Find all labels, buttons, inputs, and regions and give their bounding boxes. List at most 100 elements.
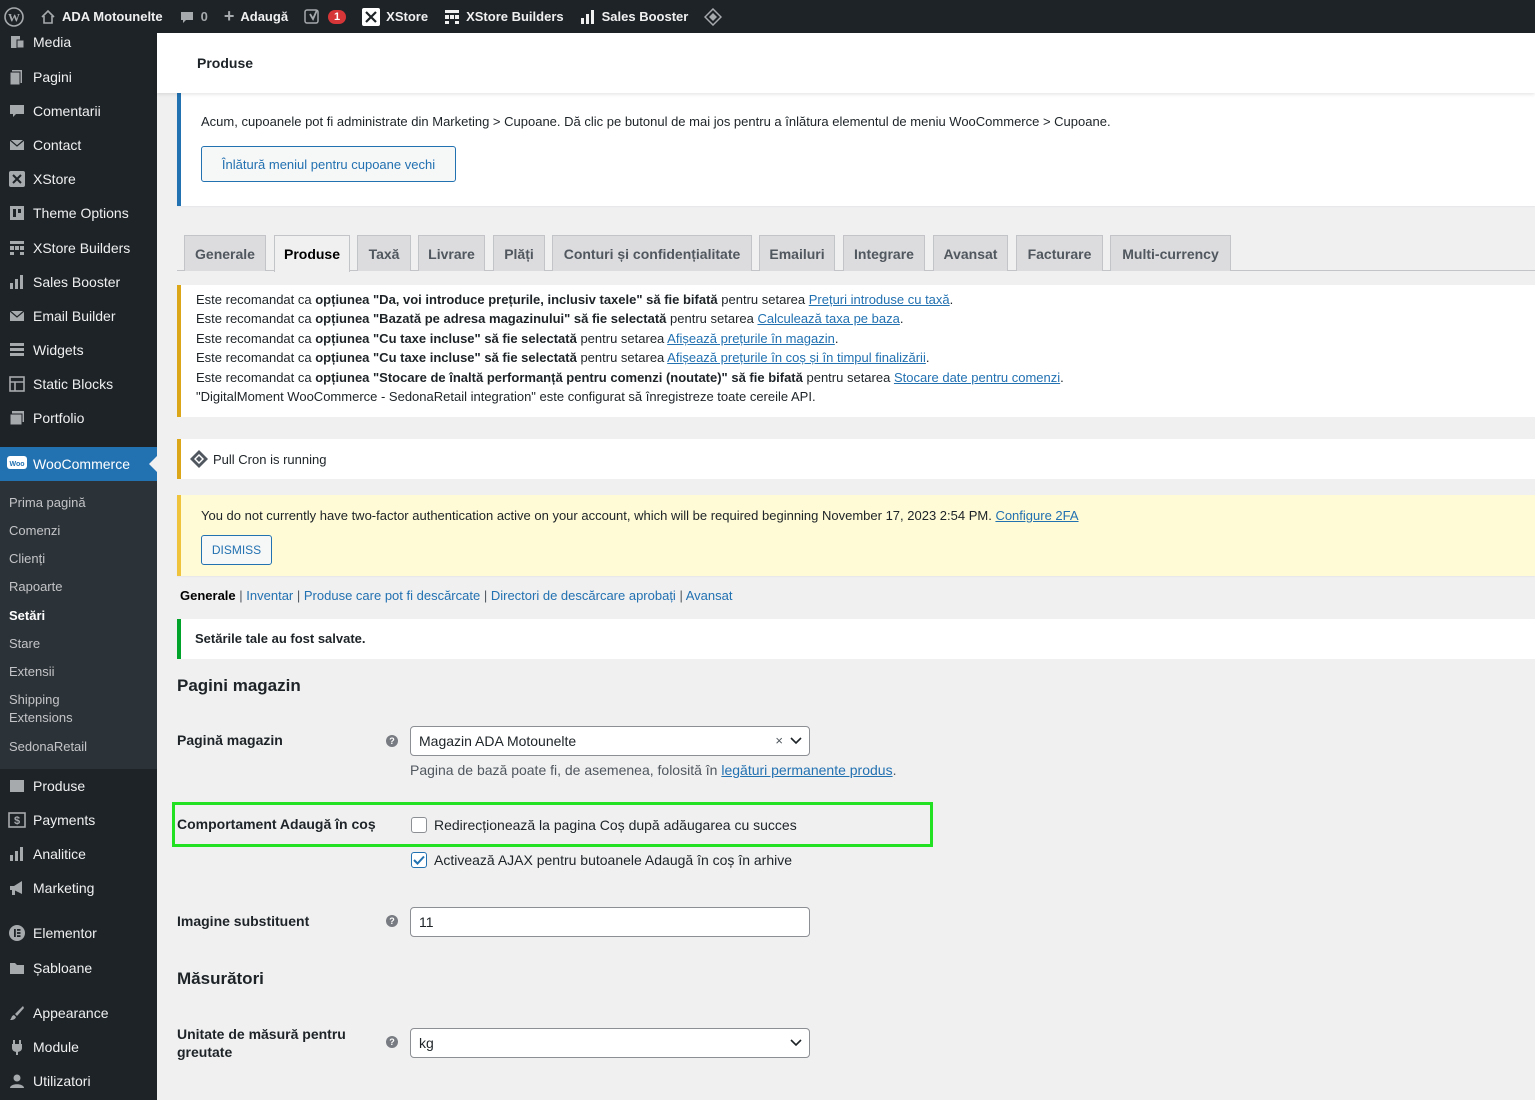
help-icon[interactable]: ? [386, 915, 398, 927]
subnav-current[interactable]: Generale [180, 588, 236, 603]
menu-theme-options[interactable]: Theme Options [0, 196, 157, 230]
envelope-icon [0, 137, 33, 153]
submenu-extensions[interactable]: Extensii [9, 663, 55, 681]
xstore-link[interactable]: XStore [354, 0, 436, 33]
diamond-icon [190, 450, 208, 468]
svg-text:Woo: Woo [9, 461, 24, 468]
tab-invoicing[interactable]: Facturare [1016, 235, 1103, 271]
setting-link[interactable]: Prețuri introduse cu taxă [809, 292, 950, 307]
setting-link[interactable]: Stocare date pentru comenzi [894, 370, 1060, 385]
menu-label: Module [33, 1039, 79, 1055]
plus-icon: + [223, 6, 235, 26]
submenu-settings[interactable]: Setări [9, 607, 45, 625]
paintbrush-icon [0, 1005, 33, 1021]
notification-badge: 1 [328, 9, 347, 24]
menu-label: Static Blocks [33, 376, 114, 392]
submenu-home[interactable]: Prima pagină [9, 494, 86, 512]
sales-booster-link[interactable]: Sales Booster [572, 0, 697, 33]
menu-xstore[interactable]: XStore [0, 162, 157, 196]
tab-advanced[interactable]: Avansat [933, 235, 1008, 271]
notice-text: . [1060, 370, 1064, 385]
add-new-link[interactable]: + Adaugă [216, 0, 296, 33]
tab-accounts-privacy[interactable]: Conturi și confidențialitate [552, 235, 752, 271]
menu-email-builder[interactable]: Email Builder [0, 299, 157, 333]
menu-pages[interactable]: Pagini [0, 60, 157, 94]
subnav-advanced[interactable]: Avansat [686, 588, 733, 603]
admin-bar: W ADA Motounelte 0 + Adaugă 1 XStore XSt… [0, 0, 1535, 33]
submenu-orders[interactable]: Comenzi [9, 522, 60, 540]
submenu-customers[interactable]: Clienți [9, 550, 45, 568]
ajax-add-to-cart-checkbox[interactable] [411, 852, 427, 868]
menu-sales-booster[interactable]: Sales Booster [0, 265, 157, 299]
redirect-to-cart-checkbox[interactable] [411, 817, 427, 833]
menu-products[interactable]: Produse [0, 769, 157, 803]
setting-link[interactable]: Afișează prețurile în magazin [667, 331, 835, 346]
menu-label: Comentarii [33, 103, 101, 119]
notice-text: . [834, 331, 839, 346]
menu-analytics[interactable]: Analitice [0, 837, 157, 871]
notice-text: pentru setarea [576, 350, 668, 365]
xstore-builders-link[interactable]: XStore Builders [436, 0, 572, 33]
clear-icon[interactable]: × [775, 733, 783, 748]
saved-notice: Setările tale au fost salvate. [177, 619, 1535, 659]
menu-payments[interactable]: $ Payments [0, 803, 157, 837]
menu-appearance[interactable]: Appearance [0, 996, 157, 1030]
submenu-sedonaretail[interactable]: SedonaRetail [9, 738, 87, 756]
tab-products[interactable]: Produse [274, 235, 350, 272]
notice-text: Este recomandat ca [196, 292, 316, 307]
tab-payments[interactable]: Plăți [493, 235, 545, 271]
submenu-reports[interactable]: Rapoarte [9, 578, 62, 596]
notice-text: . [925, 350, 930, 365]
permalinks-link[interactable]: legături permanente produs [721, 762, 892, 778]
menu-templates[interactable]: Șabloane [0, 951, 157, 985]
configure-2fa-link[interactable]: Configure 2FA [995, 508, 1078, 523]
notice-text-bold: opțiunea "Da, voi introduce prețurile, i… [315, 292, 718, 307]
tab-tax[interactable]: Taxă [357, 235, 411, 271]
dismiss-button[interactable]: DISMISS [201, 535, 272, 565]
help-icon[interactable]: ? [386, 1036, 398, 1048]
subnav-downloadable[interactable]: Produse care pot fi descărcate [304, 588, 480, 603]
menu-label: Media [33, 34, 72, 50]
setting-link[interactable]: Calculează taxa pe baza [757, 311, 899, 326]
sales-booster-label: Sales Booster [601, 9, 689, 24]
placeholder-image-input[interactable]: 11 [410, 907, 810, 937]
menu-widgets[interactable]: Widgets [0, 333, 157, 367]
weight-unit-value: kg [419, 1035, 434, 1051]
tab-general[interactable]: Generale [184, 235, 266, 271]
menu-elementor[interactable]: Elementor [0, 916, 157, 950]
submenu-shipping-extensions[interactable]: Shipping Extensions [9, 691, 73, 727]
menu-plugins[interactable]: Module [0, 1030, 157, 1064]
menu-users[interactable]: Utilizatori [0, 1064, 157, 1098]
yoast-link[interactable]: 1 [296, 0, 354, 33]
portfolio-icon [0, 410, 33, 426]
setting-link[interactable]: Afișează prețurile în coș și în timpul f… [667, 350, 926, 365]
notice-text-bold: opțiunea "Stocare de înaltă performanță … [315, 370, 803, 385]
menu-comments[interactable]: Comentarii [0, 94, 157, 128]
shop-page-select[interactable]: Magazin ADA Motounelte × [410, 726, 810, 756]
settings-tabs: Generale Produse Taxă Livrare Plăți Cont… [177, 235, 1535, 272]
remove-coupon-menu-button[interactable]: Înlătură meniul pentru cupoane vechi [201, 146, 456, 182]
tab-multi-currency[interactable]: Multi-currency [1110, 235, 1231, 271]
submenu-status[interactable]: Stare [9, 635, 40, 653]
svg-text:$: $ [13, 815, 19, 827]
tab-integration[interactable]: Integrare [843, 235, 925, 271]
tab-shipping[interactable]: Livrare [418, 235, 485, 271]
menu-label: Pagini [33, 69, 72, 85]
menu-label: Appearance [33, 1005, 109, 1021]
builders-icon [0, 240, 33, 256]
comments-link[interactable]: 0 [171, 0, 216, 33]
menu-static-blocks[interactable]: Static Blocks [0, 367, 157, 401]
menu-contact[interactable]: Contact [0, 128, 157, 162]
help-icon[interactable]: ? [386, 735, 398, 747]
subnav-download-dirs[interactable]: Directori de descărcare aprobați [491, 588, 676, 603]
menu-media[interactable]: Media [0, 25, 157, 59]
menu-xstore-builders[interactable]: XStore Builders [0, 231, 157, 265]
menu-woocommerce[interactable]: Woo WooCommerce [0, 447, 157, 481]
diamond-menu-link[interactable] [696, 0, 730, 33]
chevron-down-icon [790, 1039, 802, 1047]
menu-marketing[interactable]: Marketing [0, 871, 157, 905]
tab-emails[interactable]: Emailuri [759, 235, 835, 271]
menu-portfolio[interactable]: Portfolio [0, 401, 157, 435]
subnav-inventory[interactable]: Inventar [246, 588, 293, 603]
weight-unit-select[interactable]: kg [410, 1028, 810, 1058]
